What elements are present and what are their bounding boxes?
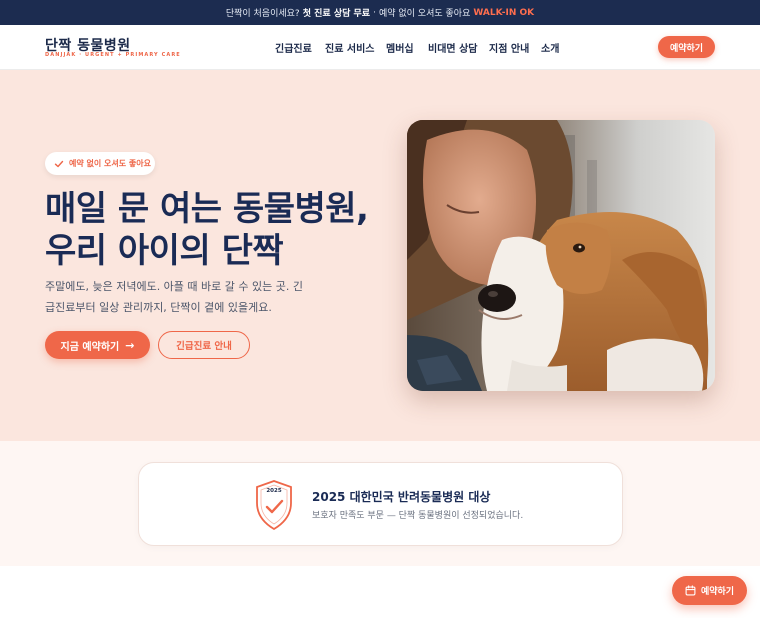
award-shield-icon xyxy=(256,480,292,531)
award-year: 2025 xyxy=(266,488,282,494)
hero-description: 주말에도, 늦은 저녁에도. 아플 때 바로 갈 수 있는 곳. 긴급진료부터 … xyxy=(45,280,303,314)
hero-title-line2: 우리 아이의 단짝 xyxy=(45,231,284,271)
woman-hugging-beagle-image xyxy=(407,120,715,391)
hero-title-line1: 매일 문 여는 동물병원, xyxy=(45,189,369,229)
announcement-separator: · xyxy=(373,7,376,18)
hero-section: 예약 없이 오셔도 좋아요 매일 문 여는 동물병원, 우리 아이의 단짝 주말… xyxy=(0,70,760,441)
arrow-right-icon: → xyxy=(125,338,135,352)
nav-item-membership[interactable]: 멤버십 xyxy=(386,40,414,55)
book-now-button[interactable]: 지금 예약하기 → xyxy=(45,331,150,359)
site-header: 단짝 동물병원 DANJJAK · URGENT + PRIMARY CARE … xyxy=(0,25,760,70)
book-now-label: 지금 예약하기 xyxy=(60,341,120,353)
award-card: 2025 2025 대한민국 반려동물병원 대상 보호자 만족도 부문 — 단짝… xyxy=(138,462,623,546)
walkin-pill: 예약 없이 오셔도 좋아요 xyxy=(45,152,155,175)
announcement-highlight: 첫 진료 상담 무료 xyxy=(302,9,371,19)
logo-tagline: DANJJAK · URGENT + PRIMARY CARE xyxy=(45,52,181,58)
nav-item-telehealth[interactable]: 비대면 상담 xyxy=(428,40,477,55)
award-title: 2025 대한민국 반려동물병원 대상 xyxy=(312,490,491,504)
floating-book-label: 예약하기 xyxy=(700,587,735,597)
hero-photo xyxy=(407,120,715,391)
nav-item-services[interactable]: 진료 서비스 xyxy=(325,40,374,55)
announcement-bar: 단짝이 처음이세요? 첫 진료 상담 무료 · 예약 없이 오셔도 좋아요 WA… xyxy=(0,0,760,25)
check-icon xyxy=(54,160,64,167)
nav-item-emergency[interactable]: 긴급진료 xyxy=(275,40,312,55)
header-book-button[interactable]: 예약하기 xyxy=(658,36,715,58)
award-section: 2025 2025 대한민국 반려동물병원 대상 보호자 만족도 부문 — 단짝… xyxy=(0,441,760,566)
walkin-badge: WALK-IN OK xyxy=(473,7,535,18)
announcement-text: 단짝이 처음이세요? xyxy=(225,9,300,19)
announcement-walkin-text: 예약 없이 오셔도 좋아요 xyxy=(378,9,471,19)
award-subtitle: 보호자 만족도 부문 — 단짝 동물병원이 선정되었습니다. xyxy=(312,511,524,521)
floating-book-button[interactable]: 예약하기 xyxy=(672,576,747,605)
emergency-info-button[interactable]: 긴급진료 안내 xyxy=(158,331,250,359)
calendar-icon xyxy=(685,585,696,596)
nav-item-about[interactable]: 소개 xyxy=(541,40,559,55)
hero-title: 매일 문 여는 동물병원, 우리 아이의 단짝 xyxy=(45,188,369,272)
walkin-pill-label: 예약 없이 오셔도 좋아요 xyxy=(69,159,151,168)
nav-item-locations[interactable]: 지점 안내 xyxy=(489,40,529,55)
